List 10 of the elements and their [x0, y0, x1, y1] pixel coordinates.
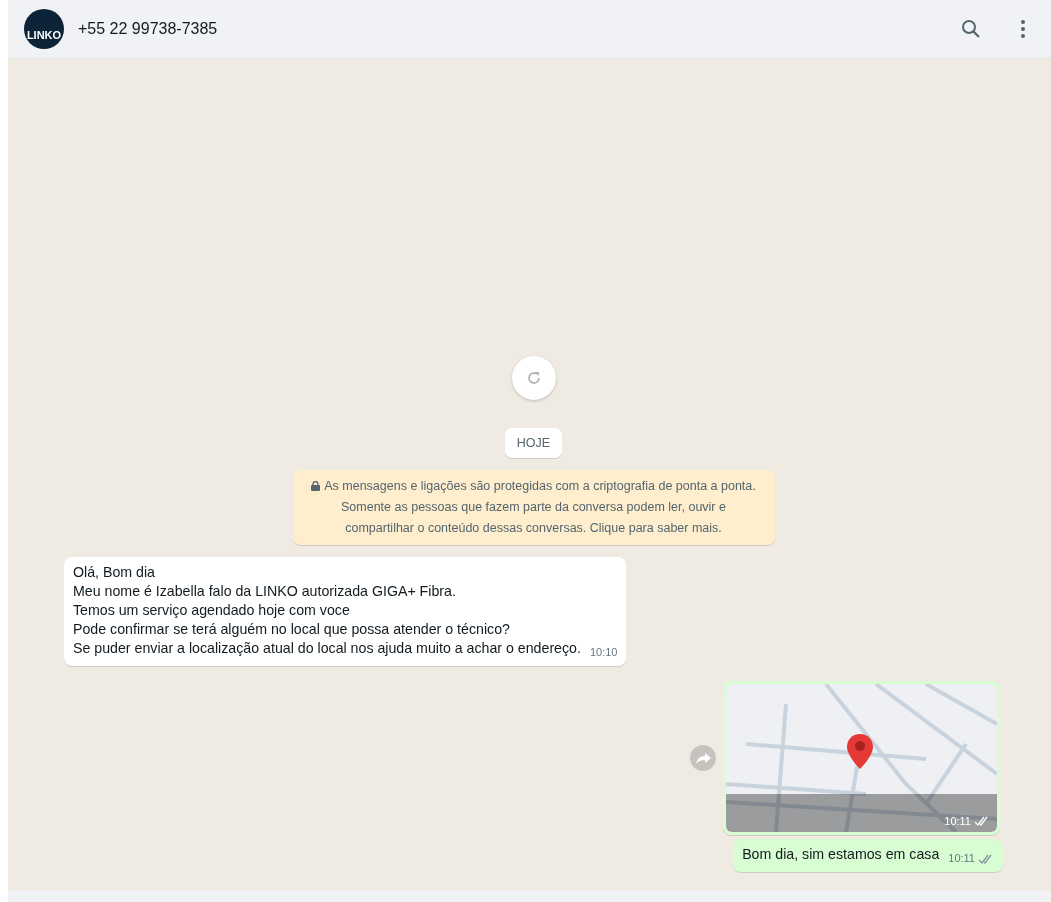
message-time: 10:11 — [948, 851, 975, 866]
message-text: Bom dia, sim estamos em casa — [742, 845, 940, 864]
message-time: 10:10 — [589, 645, 618, 660]
encryption-notice[interactable]: As mensagens e ligações são protegidas com a criptografia de ponta a ponta. Somente as pessoas que fazem parte da conversa podem ler, ouvir e compartilhar o conteúdo dessas conversas. Clique para saber mais. — [292, 470, 775, 545]
lock-icon — [311, 481, 321, 491]
contact-phone-number[interactable]: +55 22 99738-7385 — [78, 20, 931, 38]
message-time: 10:11 — [944, 815, 971, 827]
date-label: HOJE — [504, 428, 563, 458]
contact-avatar[interactable]: LINKO — [24, 9, 64, 49]
message-text: Olá, Bom dia Meu nome é Izabella falo da LINKO autorizada GIGA+ Fibra. Temos um serviço agendado hoje com voce Pode confirmar se terá alguém no local que possa atender o técnico? Se puder enviar a localização atual do local nos ajuda muito a achar o endereço. — [73, 563, 581, 658]
